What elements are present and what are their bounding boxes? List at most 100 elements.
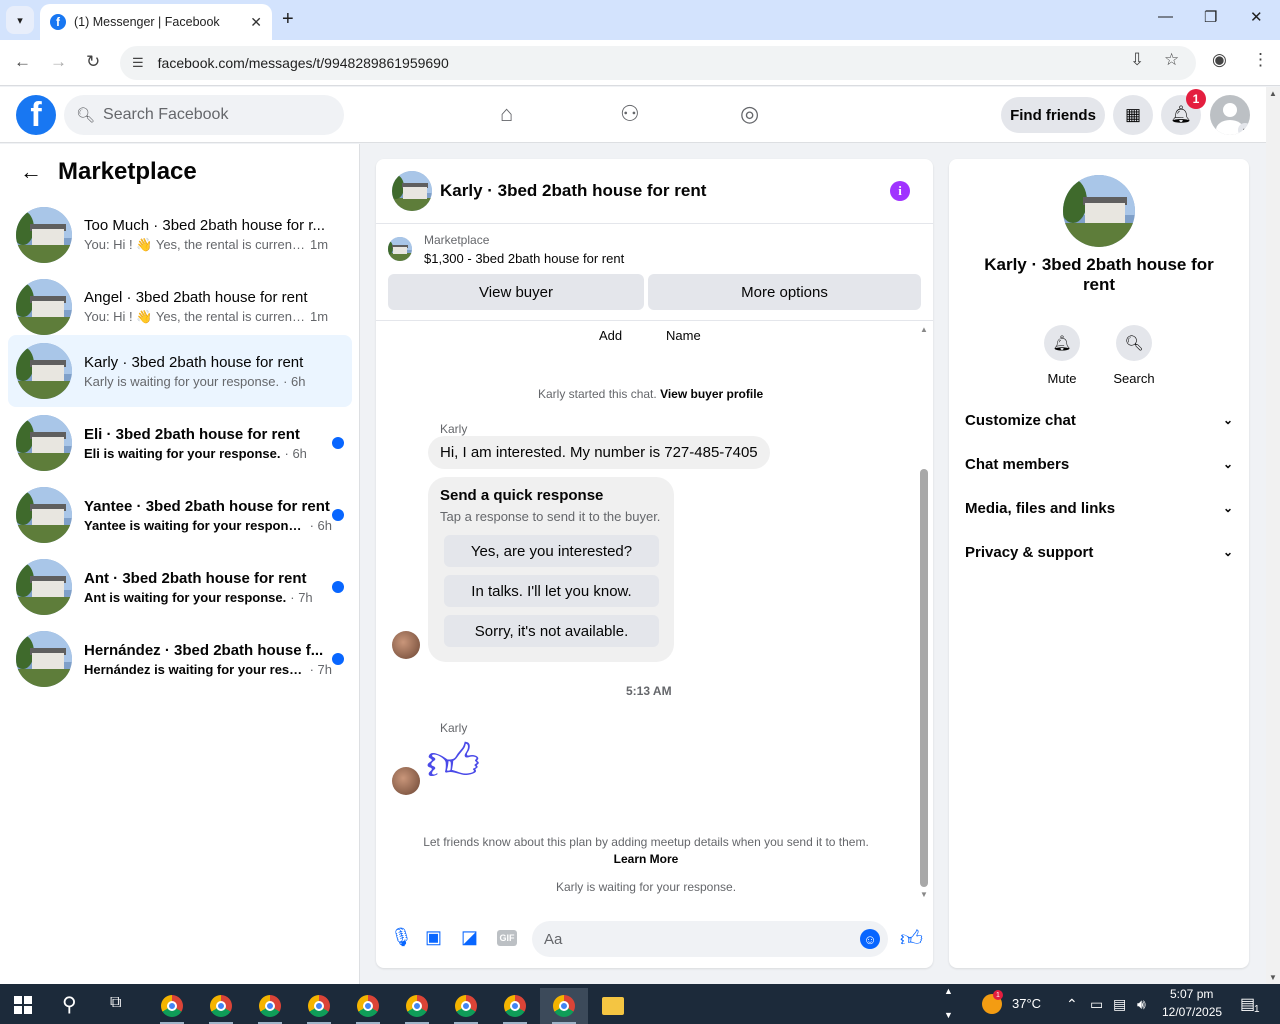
browser-tab[interactable]: f (1) Messenger | Facebook ✕ — [40, 4, 272, 40]
weather-temperature[interactable]: 37°C — [1012, 996, 1041, 1011]
page-scrollbar[interactable]: ▲ ▼ — [1266, 87, 1280, 984]
omnibox[interactable]: ☰ facebook.com/messages/t/99482898619596… — [120, 46, 1196, 80]
bookmark-star-icon[interactable]: ☆ — [1164, 50, 1179, 70]
find-friends-button[interactable]: Find friends — [1001, 97, 1105, 133]
chat-title[interactable]: Karly · 3bed 2bath house for rent — [440, 181, 706, 201]
taskbar-file-explorer[interactable] — [589, 988, 637, 1024]
taskbar-search-icon[interactable]: ⚲ — [62, 992, 77, 1017]
site-info-icon[interactable]: ☰ — [132, 55, 144, 71]
taskbar-chrome-app[interactable] — [246, 988, 294, 1024]
browser-menu-icon[interactable]: ⋮ — [1252, 50, 1269, 70]
quick-response-button[interactable]: Sorry, it's not available. — [444, 615, 659, 647]
chat-members-row[interactable]: Chat members ⌄ — [965, 442, 1233, 486]
restore-icon[interactable]: ❐ — [1204, 8, 1217, 26]
window-close-icon[interactable]: ✕ — [1250, 8, 1263, 26]
taskbar-scroll-up-icon[interactable]: ▲ — [944, 986, 953, 996]
taskbar-chrome-app[interactable] — [148, 988, 196, 1024]
scroll-up-icon[interactable]: ▲ — [920, 325, 928, 334]
search-in-chat-icon[interactable]: 🔍︎ — [1116, 325, 1152, 361]
tray-overflow-chevron-icon[interactable]: ⌃ — [1066, 996, 1078, 1013]
chat-scrollbar[interactable]: ▲ ▼ — [918, 325, 930, 899]
quick-response-subtitle: Tap a response to send it to the buyer. — [440, 509, 661, 524]
conversation-item[interactable]: Angel · 3bed 2bath house for rent You: H… — [8, 271, 352, 343]
page-scroll-up-icon[interactable]: ▲ — [1269, 89, 1277, 98]
pane-title: Marketplace — [58, 158, 197, 185]
view-buyer-button[interactable]: View buyer — [388, 274, 644, 310]
listing-small-thumbnail[interactable] — [388, 237, 412, 261]
listing-price-title[interactable]: $1,300 - 3bed 2bath house for rent — [424, 251, 624, 266]
taskbar-chrome-app[interactable] — [442, 988, 490, 1024]
search-action[interactable]: 🔍︎ Search — [1104, 325, 1164, 386]
conversation-item[interactable]: Ant · 3bed 2bath house for rent Ant is w… — [8, 551, 352, 623]
account-dropdown-icon[interactable]: ▾ — [1238, 123, 1250, 135]
volume-icon[interactable]: 🔊︎ — [1137, 996, 1146, 1013]
taskbar-chrome-app[interactable] — [491, 988, 539, 1024]
reload-icon[interactable]: ↻ — [86, 52, 100, 72]
mute-action[interactable]: 🔔︎ Mute — [1032, 325, 1092, 386]
scrollbar-thumb[interactable] — [920, 469, 928, 887]
taskbar-chrome-app[interactable] — [295, 988, 343, 1024]
conversation-info-icon[interactable]: i — [890, 181, 910, 201]
menu-grid-icon[interactable]: ▦ — [1113, 95, 1153, 135]
info-listing-thumbnail[interactable] — [1063, 175, 1135, 247]
page-scroll-down-icon[interactable]: ▼ — [1269, 973, 1277, 982]
photo-attach-icon[interactable]: ▣ — [425, 927, 442, 948]
conversation-item[interactable]: Yantee · 3bed 2bath house for rent Yante… — [8, 479, 352, 551]
install-app-icon[interactable]: ⇩ — [1130, 50, 1144, 70]
minimize-icon[interactable]: — — [1158, 8, 1173, 25]
buyer-avatar[interactable] — [392, 767, 420, 795]
privacy-support-row[interactable]: Privacy & support ⌄ — [965, 530, 1233, 574]
taskbar-chrome-app[interactable] — [344, 988, 392, 1024]
gif-icon[interactable]: GIF — [497, 930, 517, 946]
name-label[interactable]: Name — [666, 328, 701, 343]
windows-start-icon[interactable] — [14, 996, 32, 1014]
like-send-icon[interactable]: 👍︎ — [900, 925, 923, 952]
clock-date[interactable]: 12/07/2025 — [1162, 1005, 1222, 1019]
action-center-icon[interactable]: ▤ — [1240, 994, 1255, 1014]
quick-response-button[interactable]: In talks. I'll let you know. — [444, 575, 659, 607]
clock-time[interactable]: 5:07 pm — [1170, 987, 1213, 1001]
taskbar-chrome-app-active[interactable] — [540, 988, 588, 1024]
new-tab-icon[interactable]: + — [282, 8, 294, 31]
customize-chat-row[interactable]: Customize chat ⌄ — [965, 398, 1233, 442]
back-icon[interactable]: ← — [14, 52, 31, 72]
view-buyer-profile-link[interactable]: View buyer profile — [660, 387, 763, 401]
forward-icon[interactable]: → — [50, 52, 67, 72]
bell-icon[interactable]: 🔔︎ — [1044, 325, 1080, 361]
more-options-button[interactable]: More options — [648, 274, 921, 310]
learn-more-link[interactable]: Learn More — [376, 852, 916, 866]
scroll-down-icon[interactable]: ▼ — [920, 890, 928, 899]
message-bubble[interactable]: Hi, I am interested. My number is 727-48… — [428, 436, 770, 469]
conversation-item[interactable]: Hernández · 3bed 2bath house f... Hernán… — [8, 623, 352, 695]
add-label[interactable]: Add — [599, 328, 622, 343]
media-files-links-row[interactable]: Media, files and links ⌄ — [965, 486, 1233, 530]
buyer-avatar[interactable] — [392, 631, 420, 659]
conversation-item[interactable]: Eli · 3bed 2bath house for rent Eli is w… — [8, 407, 352, 479]
taskbar-chrome-app[interactable] — [197, 988, 245, 1024]
emoji-icon[interactable]: ☺ — [860, 929, 880, 949]
facebook-logo-icon[interactable]: f — [16, 95, 56, 135]
quick-response-button[interactable]: Yes, are you interested? — [444, 535, 659, 567]
groups-icon[interactable]: ◎ — [740, 101, 759, 127]
message-input[interactable] — [532, 921, 888, 957]
task-view-icon[interactable]: ⧉ — [110, 994, 121, 1012]
account-avatar[interactable]: ▾ — [1210, 95, 1250, 135]
microphone-icon[interactable]: 🎙︎ — [390, 927, 413, 948]
tab-close-icon[interactable]: ✕ — [250, 14, 262, 31]
friends-icon[interactable]: ⚇ — [620, 101, 640, 127]
url-text[interactable]: facebook.com/messages/t/9948289861959690 — [158, 55, 449, 71]
chat-listing-thumbnail[interactable] — [392, 171, 432, 211]
conversation-item-active[interactable]: Karly · 3bed 2bath house for rent Karly … — [8, 335, 352, 407]
chrome-icon — [259, 995, 281, 1017]
meet-now-icon[interactable]: ▭ — [1090, 996, 1103, 1013]
profile-icon[interactable]: ◉ — [1212, 50, 1227, 70]
taskbar-scroll-down-icon[interactable]: ▼ — [944, 1010, 953, 1020]
back-arrow-icon[interactable]: ← — [20, 159, 42, 185]
home-icon[interactable]: ⌂ — [500, 101, 513, 127]
conversation-item[interactable]: Too Much · 3bed 2bath house for r... You… — [8, 199, 352, 271]
sticker-icon[interactable]: ◪ — [461, 927, 478, 948]
facebook-search-input[interactable]: 🔍︎ Search Facebook — [64, 95, 344, 135]
taskbar-chrome-app[interactable] — [393, 988, 441, 1024]
network-icon[interactable]: ▤ — [1113, 996, 1126, 1013]
tab-search-dropdown-icon[interactable]: ▾ — [6, 6, 34, 34]
